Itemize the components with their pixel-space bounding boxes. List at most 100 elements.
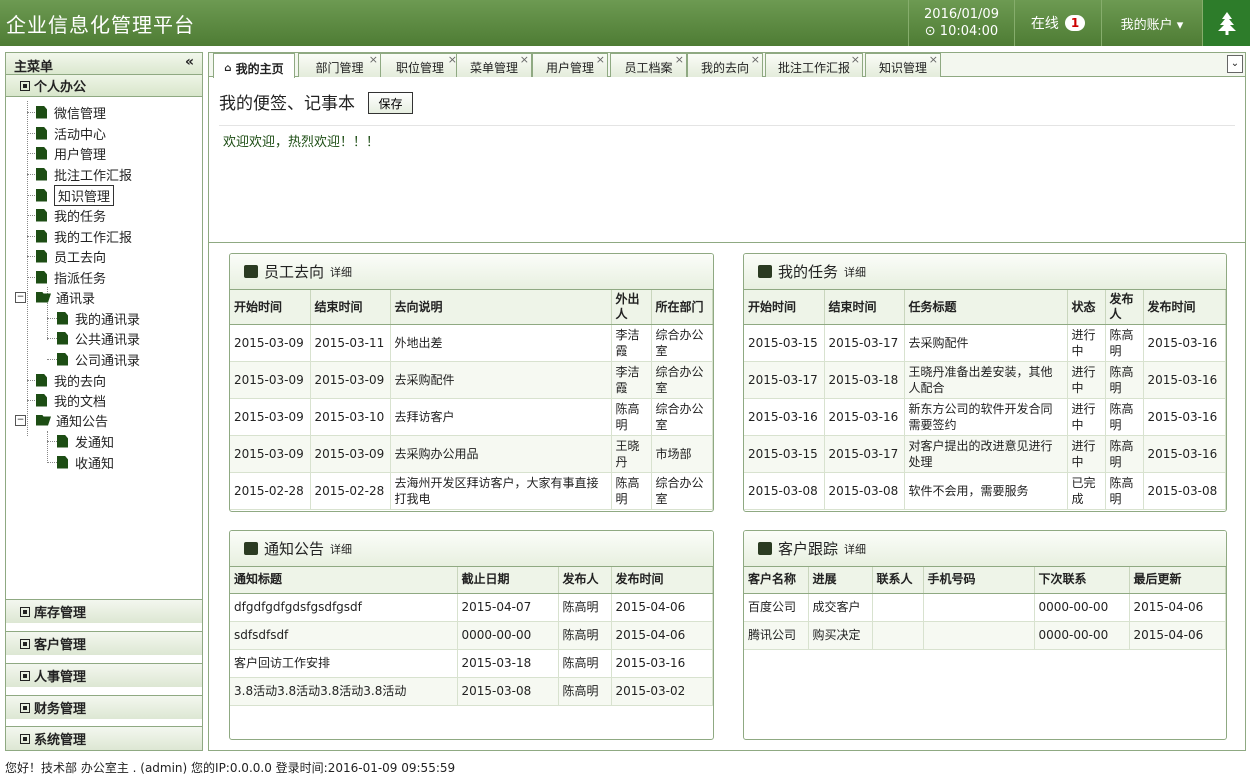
menu-item-activity[interactable]: 活动中心 — [36, 124, 106, 143]
table-row[interactable]: sdfsdfsdf 0000-00-00 陈高明 2015-04-06 — [230, 621, 713, 650]
close-icon[interactable]: × — [751, 53, 760, 66]
menu-item-receive-notice[interactable]: 收通知 — [57, 453, 114, 472]
tab-position[interactable]: 职位管理 × — [380, 53, 460, 77]
table-row[interactable]: 2015-03-09 2015-03-11 外地出差 李洁霞 综合办公室 — [230, 324, 713, 362]
menu-item-public-contacts[interactable]: 公共通讯录 — [57, 329, 140, 348]
document-icon — [57, 455, 68, 469]
column-header[interactable]: 外出人 — [611, 290, 652, 325]
column-header[interactable]: 结束时间 — [824, 290, 905, 325]
menu-item-users[interactable]: 用户管理 — [36, 144, 106, 163]
tree-icon-button[interactable] — [1202, 0, 1250, 46]
sidebar-section-inventory[interactable]: 库存管理 — [6, 599, 202, 623]
detail-link[interactable]: 详细 — [330, 264, 352, 280]
menu-item-wechat[interactable]: 微信管理 — [36, 103, 106, 122]
tab-users[interactable]: 用户管理 × — [532, 53, 608, 77]
table-row[interactable]: 3.8活动3.8活动3.8活动3.8活动 2015-03-08 陈高明 2015-03… — [230, 677, 713, 706]
menu-item-company-contacts[interactable]: 公司通讯录 — [57, 350, 140, 369]
column-header[interactable]: 通知标题 — [230, 567, 458, 594]
table-row[interactable]: 2015-03-09 2015-03-09 去采购办公用品 王晓丹 市场部 — [230, 435, 713, 473]
collapse-notice-icon[interactable]: − — [15, 415, 26, 426]
close-icon[interactable]: × — [929, 53, 938, 66]
column-header[interactable]: 客户名称 — [744, 567, 809, 594]
menu-item-knowledge[interactable]: 知识管理 — [36, 184, 115, 206]
menu-item-assign-task[interactable]: 指派任务 — [36, 268, 106, 287]
time-text: ⊙ 10:04:00 — [924, 24, 999, 39]
save-button[interactable]: 保存 — [368, 92, 413, 114]
tab-menu[interactable]: 菜单管理 × — [456, 53, 532, 77]
group-label: 个人办公 — [34, 80, 87, 95]
sidebar-section-hr[interactable]: 人事管理 — [6, 663, 202, 687]
table-row[interactable]: 2015-03-16 2015-03-16 新东方公司的软件开发合同需要签约 进行中陈… — [744, 398, 1226, 436]
column-header[interactable]: 发布人 — [558, 567, 612, 594]
tab-list-chevron-icon[interactable]: ⌄ — [1227, 55, 1243, 73]
my-account-dropdown[interactable]: 我的账户 ▾ — [1101, 0, 1202, 46]
column-header[interactable]: 状态 — [1067, 290, 1106, 325]
document-icon — [36, 373, 47, 387]
menu-item-my-contacts[interactable]: 我的通讯录 — [57, 309, 140, 328]
sidebar-section-customers[interactable]: 客户管理 — [6, 631, 202, 655]
date-text: 2016/01/09 — [924, 7, 999, 22]
column-header[interactable]: 手机号码 — [923, 567, 1035, 594]
document-icon — [36, 188, 47, 202]
column-header[interactable]: 截止日期 — [457, 567, 559, 594]
home-icon: ⌂ — [224, 62, 232, 74]
tab-knowledge[interactable]: 知识管理 × — [865, 53, 941, 77]
column-header[interactable]: 开始时间 — [744, 290, 825, 325]
sidebar-section-system[interactable]: 系统管理 — [6, 726, 202, 750]
collapse-icon[interactable]: « — [185, 54, 194, 70]
tab-department[interactable]: 部门管理 × — [298, 53, 381, 77]
table-row[interactable]: 2015-03-15 2015-03-17 对客户提出的改进意见进行处理 进行中 陈高明… — [744, 435, 1226, 473]
table-row[interactable]: 客户回访工作安排 2015-03-18 陈高明 2015-03-16 — [230, 649, 713, 678]
close-icon[interactable]: × — [851, 53, 860, 66]
detail-link[interactable]: 详细 — [844, 541, 866, 557]
menu-item-report-review[interactable]: 批注工作汇报 — [36, 165, 132, 184]
menu-item-send-notice[interactable]: 发通知 — [57, 432, 114, 451]
column-header[interactable]: 结束时间 — [310, 290, 391, 325]
table-row[interactable]: 2015-02-28 2015-02-28 去海州开发区拜访客户，大家有事直接打我电… — [230, 472, 713, 510]
table-row[interactable]: 2015-03-09 2015-03-10 去拜访客户 陈高明 综合办公室 — [230, 398, 713, 436]
column-header[interactable]: 联系人 — [872, 567, 924, 594]
column-header[interactable]: 进展 — [808, 567, 873, 594]
close-icon[interactable]: × — [596, 53, 605, 66]
column-header[interactable]: 开始时间 — [230, 290, 311, 325]
tab-report-review[interactable]: 批注工作汇报 × — [765, 53, 863, 77]
detail-link[interactable]: 详细 — [330, 541, 352, 557]
sidebar-group-personal-office[interactable]: 个人办公 — [6, 75, 202, 97]
tab-my-whereabouts[interactable]: 我的去向 × — [687, 53, 763, 77]
menu-item-my-whereabouts[interactable]: 我的去向 — [36, 371, 106, 390]
menu-folder-contacts[interactable]: 通讯录 — [36, 288, 95, 307]
close-icon[interactable]: × — [520, 53, 529, 66]
customers-table: 客户名称 进展 联系人 手机号码 下次联系 最后更新 百度公司 成交客户 0000-… — [744, 567, 1226, 650]
table-row[interactable]: 腾讯公司 购买决定 0000-00-00 2015-04-06 — [744, 621, 1226, 650]
menu-item-my-tasks[interactable]: 我的任务 — [36, 206, 106, 225]
column-header[interactable]: 发布时间 — [1143, 290, 1226, 325]
menu-item-my-reports[interactable]: 我的工作汇报 — [36, 227, 132, 246]
notepad-textarea[interactable]: 欢迎欢迎，热烈欢迎！！！ — [223, 131, 379, 150]
whereabouts-table: 开始时间 结束时间 去向说明 外出人 所在部门 2015-03-09 2015-0… — [230, 290, 713, 510]
detail-link[interactable]: 详细 — [844, 264, 866, 280]
column-header[interactable]: 最后更新 — [1129, 567, 1226, 594]
table-row[interactable]: 2015-03-09 2015-03-09 去采购配件 李洁霞 综合办公室 — [230, 361, 713, 399]
sidebar-section-finance[interactable]: 财务管理 — [6, 695, 202, 719]
column-header[interactable]: 去向说明 — [390, 290, 612, 325]
tab-employee-files[interactable]: 员工档案 × — [610, 53, 687, 77]
column-header[interactable]: 任务标题 — [904, 290, 1068, 325]
column-header[interactable]: 下次联系 — [1034, 567, 1130, 594]
online-users-button[interactable]: 在线 1 — [1014, 0, 1101, 46]
column-header[interactable]: 所在部门 — [651, 290, 713, 325]
menu-item-my-documents[interactable]: 我的文档 — [36, 391, 106, 410]
close-icon[interactable]: × — [369, 53, 378, 66]
column-header[interactable]: 发布时间 — [611, 567, 713, 594]
collapse-contacts-icon[interactable]: − — [15, 292, 26, 303]
table-row[interactable]: 2015-03-15 2015-03-17 去采购配件 进行中 陈高明 2015-03-1… — [744, 324, 1226, 362]
table-row[interactable]: 2015-03-17 2015-03-18 王晓丹准备出差安装，其他人配合 进行中 陈高… — [744, 361, 1226, 399]
online-count-badge: 1 — [1064, 15, 1086, 31]
table-row[interactable]: 百度公司 成交客户 0000-00-00 2015-04-06 — [744, 593, 1226, 622]
tab-home[interactable]: ⌂ 我的主页 — [213, 53, 295, 78]
column-header[interactable]: 发布人 — [1105, 290, 1144, 325]
close-icon[interactable]: × — [675, 53, 684, 66]
menu-folder-notice[interactable]: 通知公告 — [36, 411, 108, 430]
menu-item-staff-whereabouts[interactable]: 员工去向 — [36, 247, 106, 266]
table-row[interactable]: dfgdfgdfgdsfgsdfgsdf 2015-04-07 陈高明 2015-04… — [230, 593, 713, 622]
table-row[interactable]: 2015-03-08 2015-03-08 软件不会用，需要服务 已完成 陈高明 2015… — [744, 472, 1226, 510]
